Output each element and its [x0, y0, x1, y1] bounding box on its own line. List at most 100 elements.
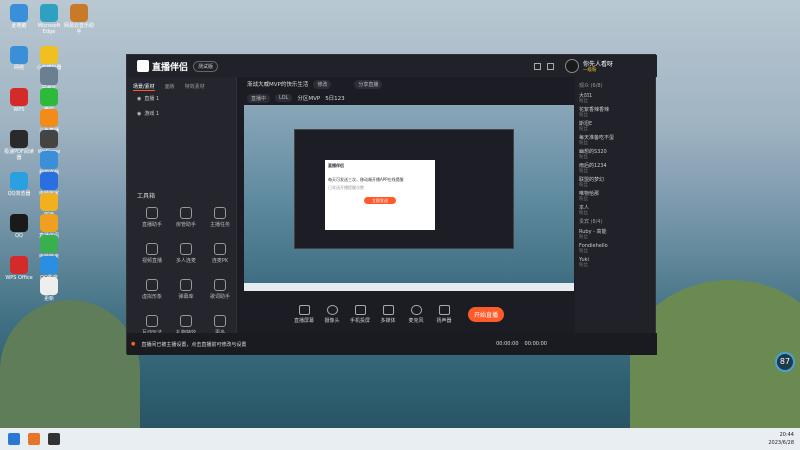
speaker-icon — [438, 304, 450, 315]
desktop-icon[interactable]: 网易云音乐助手 — [64, 4, 94, 35]
warning-icon: ● — [131, 341, 136, 347]
list-item[interactable]: 本人 粉丝 — [579, 205, 589, 217]
phone-cast-button[interactable]: 手机投屏 — [350, 304, 370, 324]
app-icon — [40, 277, 58, 295]
toolbox-title: 工具箱 — [137, 193, 156, 200]
tool-button[interactable]: 主播任务 — [205, 207, 235, 228]
tool-icon — [214, 315, 226, 327]
list-item[interactable]: 幽想的S320 粉丝 — [579, 149, 607, 161]
desktop-icon[interactable]: QQ — [4, 214, 34, 239]
viewer-sub: 粉丝 — [579, 183, 588, 188]
start-live-button[interactable]: 开始直播 — [468, 306, 505, 322]
record-timer: 00:00:00 — [524, 341, 547, 347]
inner-popup-text: 每天可发送三次，移动端开播APP在线提醒 — [328, 177, 404, 182]
app-icon — [10, 172, 28, 190]
tool-button[interactable]: 歌词助手 — [205, 279, 235, 300]
tool-button[interactable]: 多人连麦 — [171, 243, 201, 264]
tool-button[interactable]: 虚拟形象 — [137, 279, 167, 300]
app-icon — [40, 46, 58, 64]
tool-icon — [146, 315, 158, 327]
desktop-icon-label: QQ — [15, 233, 23, 239]
desktop-icon[interactable]: 此电脑 — [4, 4, 34, 29]
list-item[interactable]: 雨后的1234 粉丝 — [579, 163, 607, 175]
play-icon — [382, 304, 394, 315]
tool-icon — [146, 279, 158, 291]
app-icon — [40, 172, 58, 190]
app-logo: 直播伴侣 — [137, 60, 188, 73]
list-item[interactable]: 大凹1 粉丝 — [579, 93, 592, 105]
minimize-icon[interactable] — [534, 62, 541, 70]
category-badge: LOL — [275, 94, 293, 102]
edit-title-button[interactable]: 修改 — [313, 79, 332, 89]
windows-taskbar: 20:44 2023/6/28 — [0, 428, 800, 450]
taskbar-app-icon[interactable] — [28, 433, 40, 445]
desktop-icon[interactable]: Microsoft Edge — [34, 4, 64, 35]
maximize-icon[interactable] — [547, 62, 554, 70]
tool-icon — [180, 279, 192, 291]
media-button[interactable]: 多媒体 — [378, 304, 398, 324]
tool-button[interactable]: 视频直播 — [137, 243, 167, 264]
version-pill: 测试版 — [193, 60, 219, 72]
tool-label: 直播助手 — [141, 222, 162, 228]
screen-capture-button[interactable]: 直播屏幕 — [294, 304, 314, 324]
scene-item[interactable]: ◉ 游戏 1 — [127, 106, 236, 121]
stream-preview[interactable]: 直播伴侣 每天可发送三次，移动端开播APP在线提醒 已发送开播提醒次数 立即发送 — [244, 105, 574, 291]
list-item[interactable]: 每天准备吃不蛋 粉丝 — [579, 135, 614, 147]
viewer-sub: 粉丝 — [579, 113, 588, 118]
share-button[interactable]: 分享直播 — [354, 79, 383, 89]
tab-scene[interactable]: 场景/素材 — [133, 83, 155, 91]
taskbar-app-icon[interactable] — [48, 433, 60, 445]
list-item[interactable]: 斯坦E 粉丝 — [579, 121, 592, 133]
tool-label: 虚拟形象 — [141, 294, 162, 300]
tab-effects[interactable]: 特效素材 — [185, 83, 205, 91]
tool-button[interactable]: 直播助手 — [137, 207, 167, 228]
tool-button[interactable]: 房管助手 — [171, 207, 201, 228]
phone-icon — [354, 304, 366, 315]
tab-panel[interactable]: 面板 — [165, 83, 175, 91]
camera-button[interactable]: 摄像头 — [322, 304, 342, 324]
tool-icon — [180, 207, 192, 219]
viewer-sub: 粉丝 — [579, 249, 588, 254]
clock-time[interactable]: 20:44 — [768, 431, 794, 439]
viewer-sub: 粉丝 — [579, 127, 588, 132]
desktop-icon[interactable]: 极速PDF阅读器 — [4, 130, 34, 161]
scene-label: 直播 1 — [144, 96, 160, 102]
viewer-count: 5日123 — [325, 96, 345, 102]
tool-icon — [180, 243, 192, 255]
status-message: 直播间已被主播设置，点击直播前可修改与设置 — [141, 341, 247, 348]
desktop-icon[interactable]: QQ浏览器 — [4, 172, 34, 197]
monitor-icon — [298, 304, 310, 315]
status-bar: ● 直播间已被主播设置，点击直播前可修改与设置 00:00:00 00:00:0… — [127, 333, 657, 355]
list-item[interactable]: 花絮香辣香辣 粉丝 — [579, 107, 609, 119]
inner-popup-button[interactable]: 立即发送 — [364, 197, 396, 204]
windows-start-icon[interactable] — [8, 433, 20, 445]
list-item[interactable]: Yuki 粉丝 — [579, 257, 589, 269]
list-item[interactable]: Ruby - 高能 粉丝 — [579, 229, 607, 241]
list-item[interactable]: 联盟的梦幻 粉丝 — [579, 177, 604, 189]
tool-icon — [214, 243, 226, 255]
camera-icon — [326, 304, 338, 315]
chat-section-title: 贵宾 (8/4) — [579, 219, 603, 225]
tool-button[interactable]: 弹幕库 — [171, 279, 201, 300]
tool-icon — [146, 243, 158, 255]
clock-date[interactable]: 2023/6/28 — [768, 439, 794, 447]
microphone-button[interactable]: 麦克风 — [406, 304, 426, 324]
list-item[interactable]: Fondiehello 粉丝 — [579, 243, 608, 255]
sidebar-tabs: 场景/素材 面板 特效素材 — [127, 77, 236, 91]
subcategory-text: 分区MVP — [297, 96, 321, 102]
desktop-icon[interactable]: WPS Office — [4, 256, 34, 281]
desktop-icon[interactable]: WPS — [4, 88, 34, 113]
list-item[interactable]: 唯物恰那 粉丝 — [579, 191, 599, 203]
app-icon — [40, 193, 58, 211]
scene-sidebar: 场景/素材 面板 特效素材 ◉ 直播 1 ◉ 游戏 1 工具箱 直播助手 房管助手… — [127, 77, 237, 355]
speaker-button[interactable]: 扬声器 — [434, 304, 454, 324]
app-icon — [40, 256, 58, 274]
desktop-icon[interactable]: 更新 — [34, 277, 64, 302]
desktop-icon[interactable]: 网络 — [4, 46, 34, 71]
eye-icon: ◉ — [137, 110, 142, 117]
performance-gauge[interactable]: 87 — [775, 352, 795, 372]
avatar[interactable] — [565, 59, 579, 73]
tool-button[interactable]: 连麦PK — [205, 243, 235, 264]
scene-item[interactable]: ◉ 直播 1 — [127, 91, 236, 106]
app-icon — [10, 130, 28, 148]
